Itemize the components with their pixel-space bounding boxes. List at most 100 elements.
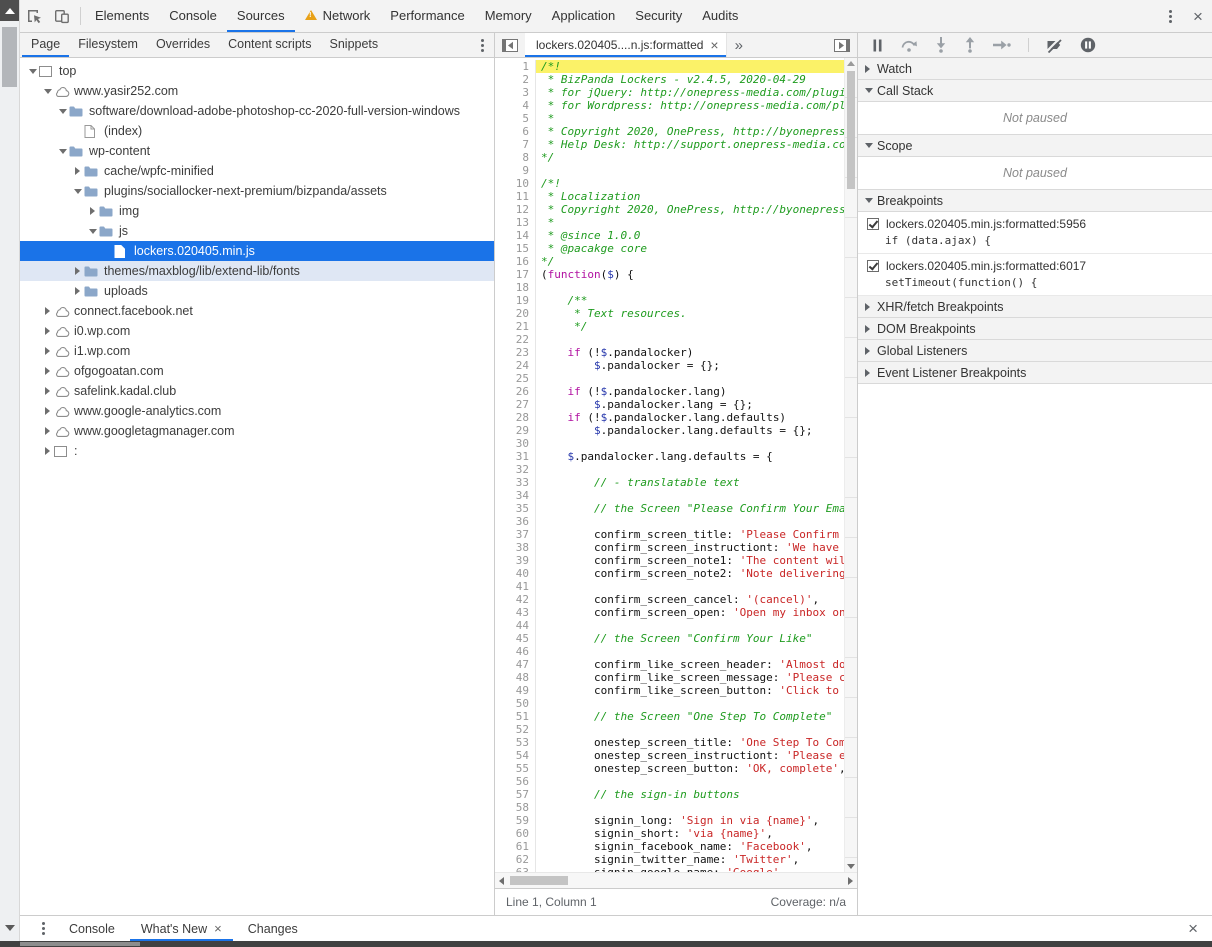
code-text[interactable]: onestep_screen_button: 'OK, complete', <box>535 762 844 775</box>
tree-item[interactable]: lockers.020405.min.js <box>20 241 494 261</box>
code-text[interactable]: $.pandalocker.lang.defaults = { <box>535 450 844 463</box>
tree-expander-icon[interactable] <box>86 207 99 215</box>
tree-expander-icon[interactable] <box>56 149 69 154</box>
code-text[interactable]: signin_long: 'Sign in via {name}', <box>535 814 844 827</box>
main-tab-application[interactable]: Application <box>542 0 626 32</box>
inspect-element-icon[interactable] <box>20 0 48 32</box>
main-tab-performance[interactable]: Performance <box>380 0 474 32</box>
line-number[interactable]: 47 <box>495 658 535 671</box>
line-number[interactable]: 49 <box>495 684 535 697</box>
line-number[interactable]: 15 <box>495 242 535 255</box>
line-number[interactable]: 19 <box>495 294 535 307</box>
line-number[interactable]: 52 <box>495 723 535 736</box>
code-text[interactable]: * Copyright 2020, OnePress, http://byone… <box>535 125 844 138</box>
editor-tab-lockers[interactable]: lockers.020405....n.js:formatted × <box>525 33 727 57</box>
section-header-scope[interactable]: Scope <box>858 135 1212 157</box>
step-over-icon[interactable] <box>900 38 918 52</box>
code-text[interactable]: */ <box>535 255 844 268</box>
line-number[interactable]: 6 <box>495 125 535 138</box>
more-tabs-icon[interactable]: » <box>727 33 751 57</box>
line-number[interactable]: 61 <box>495 840 535 853</box>
line-number[interactable]: 42 <box>495 593 535 606</box>
line-number[interactable]: 36 <box>495 515 535 528</box>
tree-item[interactable]: connect.facebook.net <box>20 301 494 321</box>
breakpoint-checkbox[interactable] <box>867 218 879 230</box>
scroll-right-icon[interactable] <box>848 877 853 885</box>
tree-item[interactable]: wp-content <box>20 141 494 161</box>
line-number[interactable]: 20 <box>495 307 535 320</box>
code-text[interactable]: // - translatable text <box>535 476 844 489</box>
page-scrollbar[interactable] <box>0 0 20 941</box>
section-header-xhr-fetch-breakpoints[interactable]: XHR/fetch Breakpoints <box>858 296 1212 318</box>
source-editor[interactable]: 1/*!2 * BizPanda Lockers - v2.4.5, 2020-… <box>495 58 858 915</box>
code-text[interactable]: * BizPanda Lockers - v2.4.5, 2020-04-29 <box>535 73 844 86</box>
main-tab-audits[interactable]: Audits <box>692 0 748 32</box>
line-number[interactable]: 59 <box>495 814 535 827</box>
tree-item[interactable]: js <box>20 221 494 241</box>
line-number[interactable]: 57 <box>495 788 535 801</box>
code-text[interactable]: */ <box>535 320 844 333</box>
tree-item[interactable]: www.yasir252.com <box>20 81 494 101</box>
code-text[interactable] <box>535 281 844 294</box>
code-text[interactable]: confirm_screen_instructiont: 'We have <box>535 541 844 554</box>
tree-expander-icon[interactable] <box>41 367 54 375</box>
code-text[interactable]: * Help Desk: http://support.onepress-med… <box>535 138 844 151</box>
tree-expander-icon[interactable] <box>41 387 54 395</box>
line-number[interactable]: 48 <box>495 671 535 684</box>
code-text[interactable]: signin_twitter_name: 'Twitter', <box>535 853 844 866</box>
tree-item[interactable]: www.google-analytics.com <box>20 401 494 421</box>
line-number[interactable]: 60 <box>495 827 535 840</box>
line-number[interactable]: 35 <box>495 502 535 515</box>
code-text[interactable]: $.pandalocker.lang = {}; <box>535 398 844 411</box>
section-expander-icon[interactable] <box>865 65 877 73</box>
line-number[interactable]: 40 <box>495 567 535 580</box>
scroll-down-icon[interactable] <box>847 864 855 869</box>
line-number[interactable]: 18 <box>495 281 535 294</box>
code-text[interactable]: $.pandalocker.lang.defaults = {}; <box>535 424 844 437</box>
tree-item[interactable]: safelink.kadal.club <box>20 381 494 401</box>
code-text[interactable]: * Text resources. <box>535 307 844 320</box>
code-text[interactable] <box>535 580 844 593</box>
tree-expander-icon[interactable] <box>41 447 54 455</box>
breakpoint-checkbox[interactable] <box>867 260 879 272</box>
show-debugger-sidebar-icon[interactable] <box>827 33 857 57</box>
pause-script-icon[interactable] <box>872 39 883 52</box>
drawer-tab-console[interactable]: Console <box>58 916 126 941</box>
line-number[interactable]: 16 <box>495 255 535 268</box>
section-expander-icon[interactable] <box>865 198 877 203</box>
tree-expander-icon[interactable] <box>86 229 99 234</box>
main-tab-network[interactable]: Network <box>295 0 381 32</box>
close-devtools-icon[interactable]: × <box>1184 0 1212 32</box>
step-icon[interactable] <box>993 39 1011 51</box>
line-number[interactable]: 1 <box>495 60 535 73</box>
section-expander-icon[interactable] <box>865 369 877 377</box>
hide-navigator-icon[interactable] <box>495 33 525 57</box>
line-number[interactable]: 3 <box>495 86 535 99</box>
code-text[interactable]: */ <box>535 151 844 164</box>
line-number[interactable]: 23 <box>495 346 535 359</box>
line-number[interactable]: 54 <box>495 749 535 762</box>
code-text[interactable] <box>535 164 844 177</box>
tree-item[interactable]: top <box>20 61 494 81</box>
code-text[interactable]: // the Screen "Please Confirm Your Ema <box>535 502 844 515</box>
line-number[interactable]: 17 <box>495 268 535 281</box>
code-text[interactable]: * <box>535 216 844 229</box>
section-header-dom-breakpoints[interactable]: DOM Breakpoints <box>858 318 1212 340</box>
line-number[interactable]: 38 <box>495 541 535 554</box>
navigator-tab-snippets[interactable]: Snippets <box>321 33 388 57</box>
code-text[interactable] <box>535 801 844 814</box>
code-lines[interactable]: 1/*!2 * BizPanda Lockers - v2.4.5, 2020-… <box>495 60 844 872</box>
tree-item[interactable]: ofgogoatan.com <box>20 361 494 381</box>
code-text[interactable]: confirm_like_screen_message: 'Please c <box>535 671 844 684</box>
scrollbar-thumb[interactable] <box>2 27 17 87</box>
line-number[interactable]: 43 <box>495 606 535 619</box>
code-text[interactable]: /*! <box>535 177 844 190</box>
tree-item[interactable]: themes/maxblog/lib/extend-lib/fonts <box>20 261 494 281</box>
tree-item[interactable]: i0.wp.com <box>20 321 494 341</box>
code-text[interactable] <box>535 515 844 528</box>
line-number[interactable]: 41 <box>495 580 535 593</box>
tree-item[interactable]: uploads <box>20 281 494 301</box>
code-text[interactable]: onestep_screen_instructiont: 'Please e <box>535 749 844 762</box>
editor-horizontal-scrollbar[interactable] <box>495 872 857 888</box>
code-text[interactable]: $.pandalocker = {}; <box>535 359 844 372</box>
